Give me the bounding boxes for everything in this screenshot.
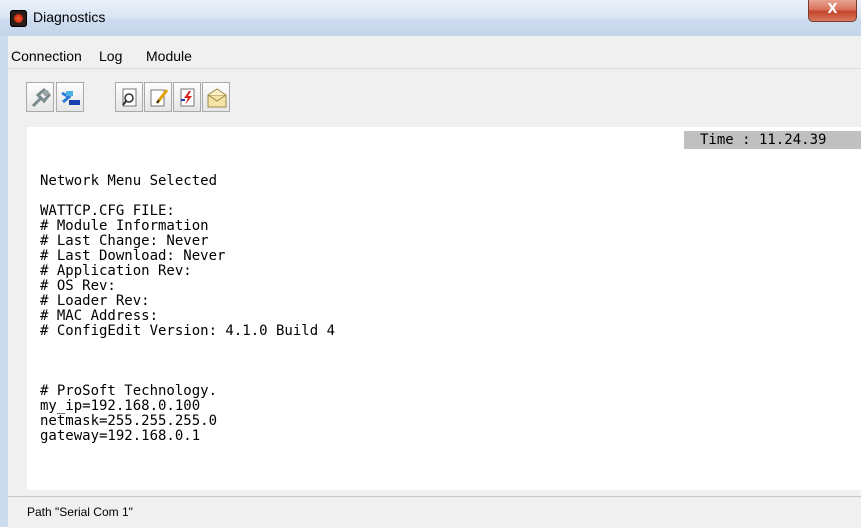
mail-button[interactable]	[202, 82, 230, 112]
terminal-line: WATTCP.CFG FILE:	[40, 203, 175, 219]
disconnect-icon	[31, 87, 52, 108]
terminal-line: # ProSoft Technology.	[40, 383, 218, 399]
diagnostics-app-icon[interactable]	[10, 10, 27, 27]
edit-icon	[150, 89, 169, 107]
terminal-line: # Last Download: Never	[40, 248, 226, 264]
terminal-line: gateway=192.168.0.1	[40, 428, 201, 444]
terminal-line-menu: Network Menu Selected	[40, 173, 218, 189]
terminal-line: # Module Information	[40, 218, 209, 234]
terminal-line: # ConfigEdit Version: 4.1.0 Build 4	[40, 323, 336, 339]
window-frame	[0, 36, 8, 527]
connect-icon	[61, 91, 80, 105]
disconnect-button[interactable]	[26, 82, 54, 112]
window-title: Diagnostics	[33, 9, 106, 25]
menu-module[interactable]: Module	[146, 48, 192, 64]
close-button[interactable]: X	[808, 0, 857, 22]
find-icon	[122, 88, 137, 107]
find-button[interactable]	[115, 82, 143, 112]
terminal-line: # Application Rev:	[40, 263, 192, 279]
terminal-line: netmask=255.255.255.0	[40, 413, 218, 429]
mail-icon	[207, 88, 227, 108]
terminal-config-block: WATTCP.CFG FILE: # Module Information # La…	[40, 204, 335, 339]
flash-file-icon	[180, 88, 195, 107]
toolbar	[8, 72, 861, 122]
status-bar: Path "Serial Com 1"	[8, 496, 861, 528]
terminal-line: # Loader Rev:	[40, 293, 150, 309]
terminal-line: # Last Change: Never	[40, 233, 209, 249]
terminal-line: # MAC Address:	[40, 308, 159, 324]
title-bar: Diagnostics X	[0, 0, 861, 36]
menu-connection[interactable]: Connection	[11, 48, 82, 64]
flash-file-button[interactable]	[173, 82, 201, 112]
menu-bar: Connection Log Module	[8, 44, 861, 69]
menu-log[interactable]: Log	[99, 48, 122, 64]
terminal-line: my_ip=192.168.0.100	[40, 398, 201, 414]
terminal-line: # OS Rev:	[40, 278, 116, 294]
connect-button[interactable]	[56, 82, 84, 112]
terminal-network-block: # ProSoft Technology. my_ip=192.168.0.100…	[40, 384, 217, 444]
time-display: Time : 11.24.39	[684, 131, 861, 149]
edit-button[interactable]	[144, 82, 172, 112]
status-path: Path "Serial Com 1"	[27, 505, 133, 519]
